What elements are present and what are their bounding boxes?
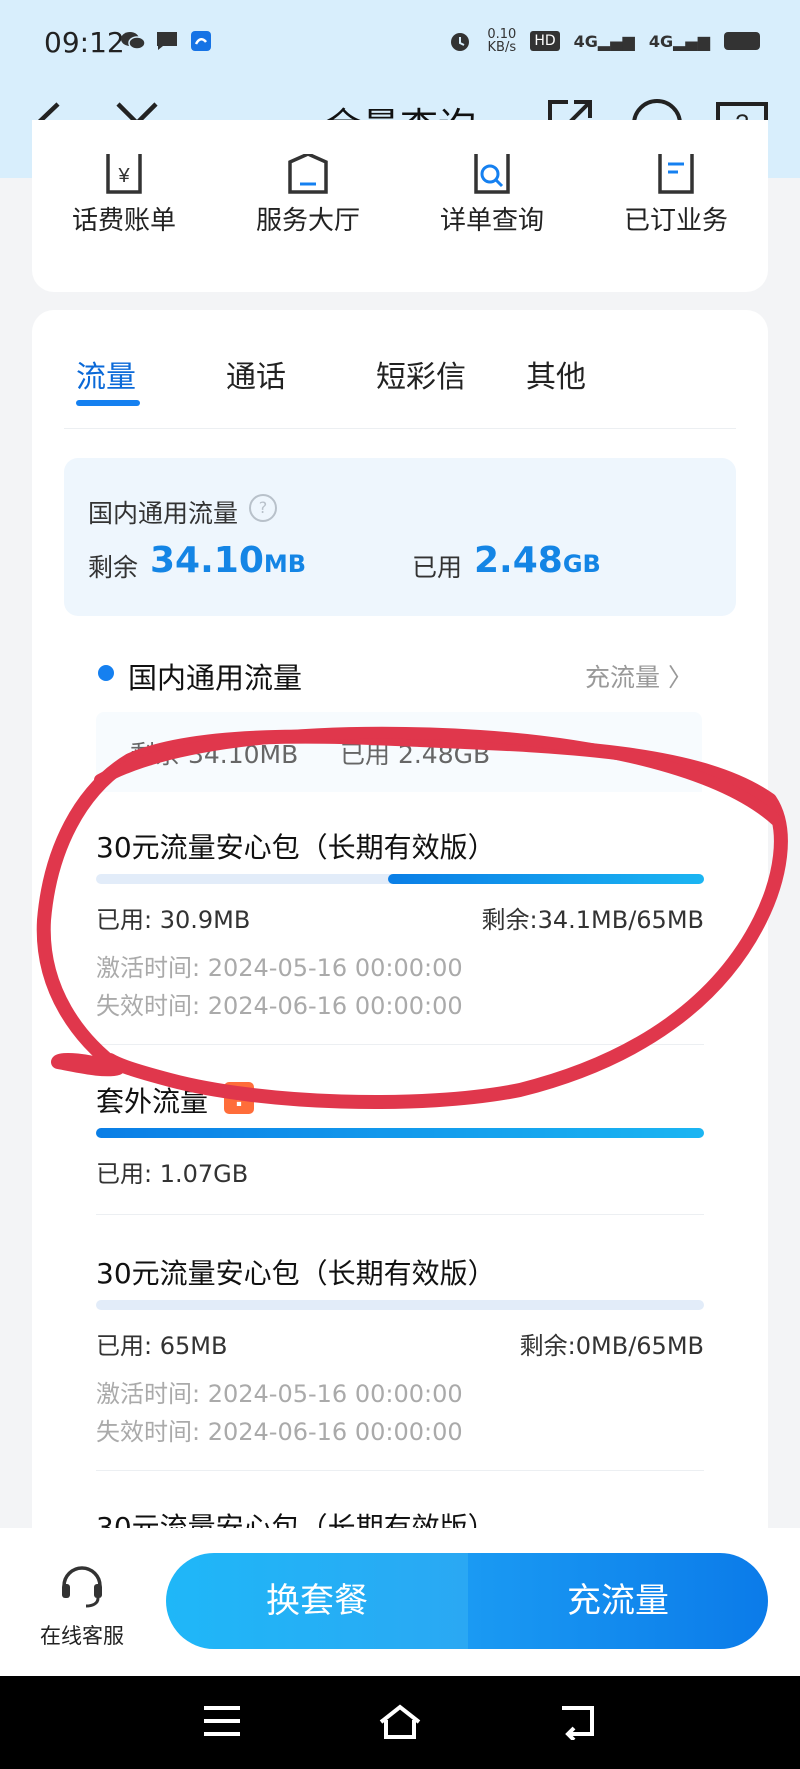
divider — [96, 1214, 704, 1215]
quick-bill[interactable]: ¥ 话费账单 — [32, 154, 216, 237]
alarm-icon — [447, 28, 473, 54]
service-hall-icon — [288, 152, 328, 194]
change-plan-button[interactable]: 换套餐 — [166, 1553, 468, 1649]
net-speed: 0.10 KB/s — [487, 27, 517, 55]
status-right-icons: 0.10 KB/s HD 4G▂▄▆ 4G▂▄▆ — [447, 28, 760, 54]
progress-fill — [96, 1128, 704, 1138]
summary-box — [64, 458, 736, 616]
quick-label: 服务大厅 — [255, 206, 360, 236]
home-icon — [379, 1704, 421, 1739]
quick-subscribed[interactable]: 已订业务 — [584, 154, 768, 237]
package-expires: 失效时间: 2024-06-16 00:00:00 — [96, 1418, 463, 1446]
battery-icon — [724, 32, 760, 50]
question-icon[interactable]: ? — [249, 494, 277, 522]
package-progress — [96, 1128, 704, 1138]
progress-fill — [387, 874, 704, 884]
signal-2: 4G▂▄▆ — [648, 31, 710, 51]
package-title: 30元流量安心包（长期有效版） — [96, 831, 496, 864]
divider — [96, 1470, 704, 1471]
package-used: 已用: 1.07GB — [96, 1160, 249, 1188]
package-remain: 剩余:34.1MB/65MB — [481, 906, 705, 934]
quick-detail-search[interactable]: 详单查询 — [400, 154, 584, 237]
back-nav-button[interactable] — [558, 1704, 598, 1744]
wechat-icon — [120, 28, 146, 54]
package-used: 已用: 30.9MB — [96, 906, 251, 934]
divider — [64, 428, 736, 429]
tab-data[interactable]: 流量 — [76, 352, 226, 396]
summary-used-label: 已用 — [412, 553, 463, 582]
quick-label: 详单查询 — [439, 206, 544, 236]
package-title: 套外流量 — [96, 1085, 209, 1118]
quick-label: 话费账单 — [71, 206, 176, 236]
chat-bubble-icon — [154, 28, 180, 54]
signal-1: 4G▂▄▆ — [573, 31, 635, 51]
bill-icon: ¥ — [106, 154, 142, 194]
tab-other[interactable]: 其他 — [526, 352, 676, 396]
headset-icon — [62, 1566, 102, 1608]
status-left-icons — [120, 28, 214, 54]
package-expires: 失效时间: 2024-06-16 00:00:00 — [96, 992, 463, 1020]
package-progress — [96, 1300, 704, 1310]
quick-service-hall[interactable]: 服务大厅 — [216, 152, 400, 237]
package-activated: 激活时间: 2024-05-16 00:00:00 — [96, 954, 463, 982]
online-service-button[interactable] — [58, 1560, 106, 1612]
sub-remain: 剩余 34.10MB — [130, 740, 299, 769]
package-used: 已用: 65MB — [96, 1332, 228, 1360]
quick-menu-card: ¥ 话费账单 服务大厅 详单查询 已订业务 — [32, 120, 768, 292]
summary-remain-value: 34.10MB — [150, 540, 307, 581]
recharge-data-link[interactable]: 充流量 〉 — [585, 658, 693, 694]
subscribed-icon — [658, 154, 694, 194]
tab-bar: 流量 通话 短彩信 其他 — [76, 352, 676, 396]
tab-calls[interactable]: 通话 — [226, 352, 376, 396]
summary-label: 国内通用流量 — [88, 499, 239, 528]
summary-used-value: 2.48GB — [474, 540, 601, 581]
app-icon — [188, 28, 214, 54]
tab-sms[interactable]: 短彩信 — [376, 352, 526, 396]
back-arrow-icon — [562, 1706, 594, 1742]
divider — [96, 1044, 704, 1045]
menu-icon — [204, 1706, 240, 1736]
warning-badge-icon[interactable]: ! — [224, 1082, 254, 1114]
section-dot — [98, 665, 114, 681]
quick-label: 已订业务 — [623, 206, 728, 236]
package-activated: 激活时间: 2024-05-16 00:00:00 — [96, 1380, 463, 1408]
home-nav-button[interactable] — [378, 1704, 422, 1744]
sub-used: 已用 2.48GB — [340, 740, 491, 769]
menu-nav-button[interactable] — [202, 1704, 242, 1742]
online-service-label[interactable]: 在线客服 — [40, 1620, 124, 1650]
svg-text:¥: ¥ — [117, 165, 130, 187]
section-title: 国内通用流量 — [128, 661, 303, 695]
package-remain: 剩余:0MB/65MB — [519, 1332, 704, 1360]
status-time: 09:12 — [44, 26, 125, 59]
hd-badge: HD — [530, 31, 560, 51]
package-progress — [96, 874, 704, 884]
summary-remain-label: 剩余 — [88, 553, 139, 582]
recharge-data-button[interactable]: 充流量 — [468, 1553, 768, 1649]
detail-search-icon — [474, 154, 510, 194]
tab-indicator — [76, 400, 140, 406]
package-title: 30元流量安心包（长期有效版） — [96, 1257, 496, 1290]
